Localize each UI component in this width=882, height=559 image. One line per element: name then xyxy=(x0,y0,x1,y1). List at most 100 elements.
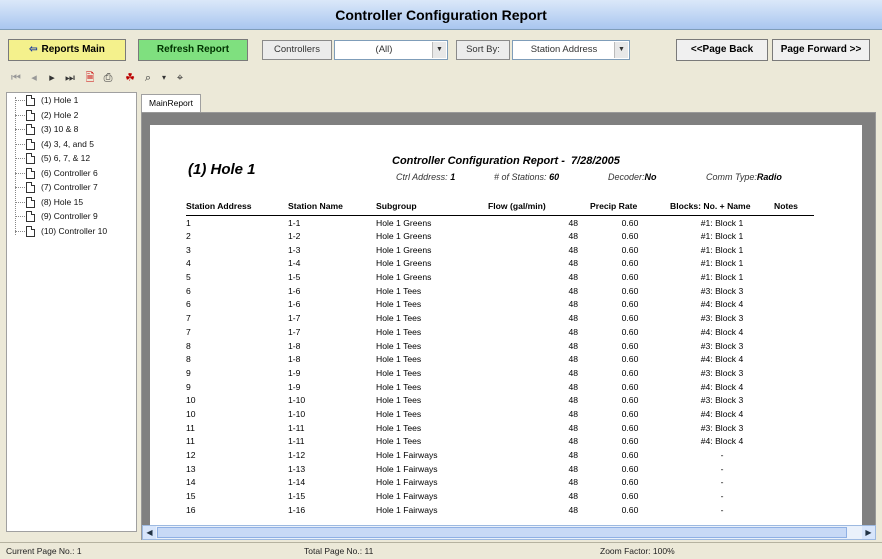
first-page-icon[interactable]: ⏮ xyxy=(8,70,24,86)
viewer-navbar: ⏮ ◂ ▸ ⏭ 🗎 ⎙ ☘ ⌕ ▾ ⌖ xyxy=(0,66,300,90)
chevron-down-icon[interactable]: ▼ xyxy=(614,42,628,58)
acrobat-icon[interactable]: ☘ xyxy=(122,70,138,86)
table-cell: Hole 1 Tees xyxy=(376,381,422,392)
tree-item-label: (4) 3, 4, and 5 xyxy=(41,138,94,149)
table-cell: 48 xyxy=(568,491,578,502)
tree-item[interactable]: (10) Controller 10 xyxy=(7,224,136,239)
find-icon[interactable]: ⌖ xyxy=(172,70,188,86)
controllers-select[interactable]: (All) ▼ xyxy=(334,40,448,60)
table-cell: 0.60 xyxy=(621,463,639,474)
table-cell: 0.60 xyxy=(621,450,639,461)
table-cell: 1-5 xyxy=(288,272,301,283)
table-cell: #3: Block 3 xyxy=(700,313,744,324)
table-cell: 48 xyxy=(568,408,578,419)
table-cell: 6 xyxy=(186,299,191,310)
sort-by-select[interactable]: Station Address ▼ xyxy=(512,40,630,60)
table-cell: 1-11 xyxy=(288,422,305,433)
ctrl-address-value: 1 xyxy=(450,172,456,182)
table-cell: Hole 1 Greens xyxy=(376,217,432,228)
print-icon[interactable]: ⎙ xyxy=(100,70,116,86)
tree-connector xyxy=(15,201,25,203)
page-back-button[interactable]: <<Page Back xyxy=(676,39,768,61)
tab-main-report[interactable]: MainReport xyxy=(141,94,201,112)
table-cell xyxy=(774,257,814,271)
table-cell: 48 xyxy=(568,395,578,406)
table-cell: Hole 1 Fairways xyxy=(376,463,438,474)
table-row: 11 1-11 Hole 1 Tees 48 0.60 #4: Block 4 xyxy=(186,435,814,449)
tree-item[interactable]: (8) Hole 15 xyxy=(7,195,136,210)
table-cell: 0.60 xyxy=(621,422,639,433)
table-row: 8 1-8 Hole 1 Tees 48 0.60 #4: Block 4 xyxy=(186,352,814,366)
table-cell: 10 xyxy=(186,408,196,419)
ctrl-address: Ctrl Address: 1 xyxy=(396,172,455,182)
table-cell xyxy=(774,407,814,421)
table-cell: 6 xyxy=(186,285,191,296)
table-cell: 48 xyxy=(568,244,578,255)
table-cell: #1: Block 1 xyxy=(700,217,744,228)
table-cell: 48 xyxy=(568,450,578,461)
table-cell xyxy=(774,476,814,490)
reports-main-button[interactable]: ⇦ Reports Main xyxy=(8,39,126,61)
table-cell: Hole 1 Greens xyxy=(376,244,432,255)
tree-item-label: (2) Hole 2 xyxy=(41,109,79,120)
table-cell: 8 xyxy=(186,354,191,365)
table-cell xyxy=(774,270,814,284)
tree-item[interactable]: (3) 10 & 8 xyxy=(7,122,136,137)
table-cell: Hole 1 Greens xyxy=(376,231,432,242)
table-cell: #4: Block 4 xyxy=(700,381,744,392)
table-cell: 1-13 xyxy=(288,463,306,474)
scroll-left-icon[interactable]: ◀ xyxy=(143,526,156,539)
table-cell: 48 xyxy=(568,326,578,337)
table-cell: 1-9 xyxy=(288,381,301,392)
document-icon xyxy=(26,182,35,193)
tree-item[interactable]: (7) Controller 7 xyxy=(7,180,136,195)
table-cell: 12 xyxy=(186,450,196,461)
next-page-icon[interactable]: ▸ xyxy=(44,70,60,86)
scrollbar-thumb[interactable] xyxy=(157,527,847,538)
zoom-dropdown-icon[interactable]: ▾ xyxy=(156,70,172,86)
table-cell: 48 xyxy=(568,299,578,310)
report-header: Controller Configuration Report - 7/28/20… xyxy=(392,155,620,167)
zoom-icon[interactable]: ⌕ xyxy=(140,70,156,86)
horizontal-scrollbar[interactable]: ◀ ▶ xyxy=(142,525,876,540)
table-cell: 9 xyxy=(186,367,191,378)
document-icon xyxy=(26,211,35,222)
table-cell: Hole 1 Tees xyxy=(376,299,422,310)
table-cell: 1 xyxy=(186,217,191,228)
table-cell: 10 xyxy=(186,395,196,406)
column-header: Precip Rate xyxy=(590,201,670,216)
scroll-right-icon[interactable]: ▶ xyxy=(862,526,875,539)
table-cell: 15 xyxy=(186,491,196,502)
table-cell: 1-12 xyxy=(288,450,306,461)
table-cell: 1-2 xyxy=(288,231,301,242)
last-page-icon[interactable]: ⏭ xyxy=(62,70,78,86)
tree-item-label: (9) Controller 9 xyxy=(41,211,98,221)
table-cell: 1-10 xyxy=(288,408,306,419)
table-cell: #1: Block 1 xyxy=(700,258,744,269)
table-row: 10 1-10 Hole 1 Tees 48 0.60 #4: Block 4 xyxy=(186,407,814,421)
page-forward-button[interactable]: Page Forward >> xyxy=(772,39,870,61)
table-cell: Hole 1 Tees xyxy=(376,285,422,296)
chevron-down-icon[interactable]: ▼ xyxy=(432,42,446,58)
window-title: Controller Configuration Report xyxy=(0,0,882,30)
table-cell xyxy=(774,243,814,257)
export-icon[interactable]: 🗎 xyxy=(82,70,98,86)
table-cell: 1-7 xyxy=(288,313,301,324)
tree-item[interactable]: (9) Controller 9 xyxy=(7,209,136,224)
tree-connector xyxy=(15,114,25,116)
tree-item[interactable]: (4) 3, 4, and 5 xyxy=(7,137,136,152)
tree-connector xyxy=(15,100,25,101)
table-cell: Hole 1 Tees xyxy=(376,354,422,365)
prev-page-icon[interactable]: ◂ xyxy=(26,70,42,86)
tree-item[interactable]: (6) Controller 6 xyxy=(7,166,136,181)
tree-item[interactable]: (2) Hole 2 xyxy=(7,108,136,123)
tree-item[interactable]: (5) 6, 7, & 12 xyxy=(7,151,136,166)
comm-label: Comm Type: xyxy=(706,172,757,182)
group-tree: (1) Hole 1 (2) Hole 2 (3) 10 & 8 (4) 3, 4, … xyxy=(6,92,137,532)
ctrl-address-label: Ctrl Address: xyxy=(396,172,448,182)
tree-item-label: (3) 10 & 8 xyxy=(41,124,79,134)
refresh-report-button[interactable]: Refresh Report xyxy=(138,39,248,61)
column-header: Flow (gal/min) xyxy=(488,201,590,216)
tree-item[interactable]: (1) Hole 1 xyxy=(7,93,136,108)
table-cell: 11 xyxy=(186,422,195,433)
